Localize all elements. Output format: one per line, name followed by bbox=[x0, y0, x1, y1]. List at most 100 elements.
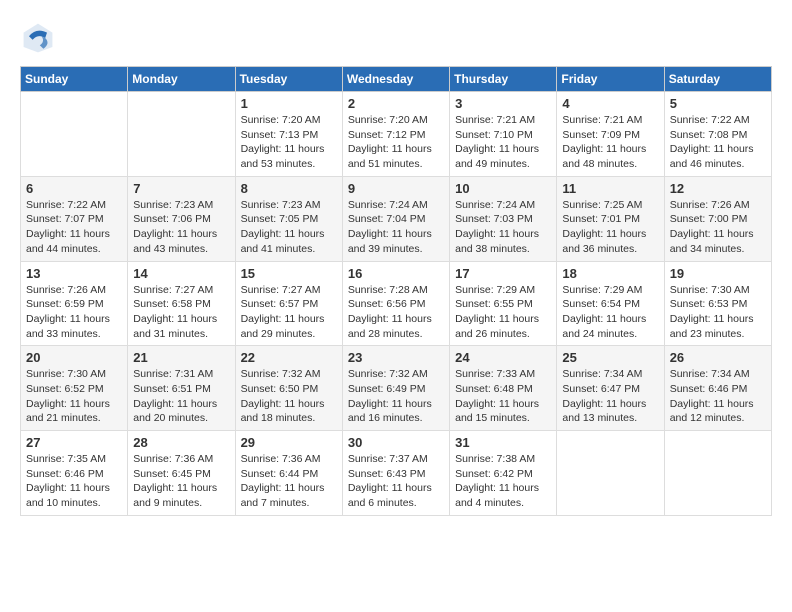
day-info: Sunrise: 7:30 AMSunset: 6:53 PMDaylight:… bbox=[670, 283, 766, 342]
calendar-cell: 8Sunrise: 7:23 AMSunset: 7:05 PMDaylight… bbox=[235, 176, 342, 261]
weekday-header: Saturday bbox=[664, 67, 771, 92]
calendar-cell: 12 Sunrise: 7:26 AMSunset: 7:00 PMDayligh… bbox=[664, 176, 771, 261]
day-number: 16 bbox=[348, 266, 444, 281]
day-info: Sunrise: 7:38 AMSunset: 6:42 PMDaylight:… bbox=[455, 452, 551, 511]
weekday-header: Wednesday bbox=[342, 67, 449, 92]
calendar-header-row: SundayMondayTuesdayWednesdayThursdayFrid… bbox=[21, 67, 772, 92]
day-number: 17 bbox=[455, 266, 551, 281]
weekday-header: Monday bbox=[128, 67, 235, 92]
day-info: Sunrise: 7:36 AMSunset: 6:44 PMDaylight:… bbox=[241, 452, 337, 511]
calendar-cell: 31 Sunrise: 7:38 AMSunset: 6:42 PMDayligh… bbox=[450, 431, 557, 516]
day-number: 20 bbox=[26, 350, 122, 365]
day-number: 21 bbox=[133, 350, 229, 365]
calendar-cell: 7Sunrise: 7:23 AMSunset: 7:06 PMDaylight… bbox=[128, 176, 235, 261]
day-number: 18 bbox=[562, 266, 658, 281]
day-number: 4 bbox=[562, 96, 658, 111]
weekday-header: Tuesday bbox=[235, 67, 342, 92]
day-number: 15 bbox=[241, 266, 337, 281]
calendar-cell: 29 Sunrise: 7:36 AMSunset: 6:44 PMDayligh… bbox=[235, 431, 342, 516]
calendar-cell: 9 Sunrise: 7:24 AMSunset: 7:04 PMDaylight… bbox=[342, 176, 449, 261]
day-info: Sunrise: 7:27 AMSunset: 6:58 PMDaylight:… bbox=[133, 283, 229, 342]
day-info: Sunrise: 7:32 AMSunset: 6:49 PMDaylight:… bbox=[348, 367, 444, 426]
day-number: 1 bbox=[241, 96, 337, 111]
day-info: Sunrise: 7:35 AMSunset: 6:46 PMDaylight:… bbox=[26, 452, 122, 511]
day-number: 13 bbox=[26, 266, 122, 281]
calendar-cell: 11Sunrise: 7:25 AMSunset: 7:01 PMDayligh… bbox=[557, 176, 664, 261]
calendar-cell: 30 Sunrise: 7:37 AMSunset: 6:43 PMDayligh… bbox=[342, 431, 449, 516]
day-number: 14 bbox=[133, 266, 229, 281]
calendar-cell: 27 Sunrise: 7:35 AMSunset: 6:46 PMDayligh… bbox=[21, 431, 128, 516]
calendar-cell: 4 Sunrise: 7:21 AMSunset: 7:09 PMDaylight… bbox=[557, 92, 664, 177]
calendar-week-row: 27 Sunrise: 7:35 AMSunset: 6:46 PMDayligh… bbox=[21, 431, 772, 516]
page-header bbox=[20, 20, 772, 56]
day-number: 3 bbox=[455, 96, 551, 111]
day-number: 31 bbox=[455, 435, 551, 450]
calendar-week-row: 6Sunrise: 7:22 AMSunset: 7:07 PMDaylight… bbox=[21, 176, 772, 261]
calendar-week-row: 13 Sunrise: 7:26 AMSunset: 6:59 PMDayligh… bbox=[21, 261, 772, 346]
day-number: 5 bbox=[670, 96, 766, 111]
day-info: Sunrise: 7:32 AMSunset: 6:50 PMDaylight:… bbox=[241, 367, 337, 426]
calendar-table: SundayMondayTuesdayWednesdayThursdayFrid… bbox=[20, 66, 772, 516]
day-info: Sunrise: 7:31 AMSunset: 6:51 PMDaylight:… bbox=[133, 367, 229, 426]
calendar-cell: 23 Sunrise: 7:32 AMSunset: 6:49 PMDayligh… bbox=[342, 346, 449, 431]
calendar-cell: 13 Sunrise: 7:26 AMSunset: 6:59 PMDayligh… bbox=[21, 261, 128, 346]
calendar-cell: 24 Sunrise: 7:33 AMSunset: 6:48 PMDayligh… bbox=[450, 346, 557, 431]
day-number: 10 bbox=[455, 181, 551, 196]
day-info: Sunrise: 7:28 AMSunset: 6:56 PMDaylight:… bbox=[348, 283, 444, 342]
day-info: Sunrise: 7:25 AMSunset: 7:01 PMDaylight:… bbox=[562, 198, 658, 257]
day-info: Sunrise: 7:30 AMSunset: 6:52 PMDaylight:… bbox=[26, 367, 122, 426]
calendar-cell bbox=[21, 92, 128, 177]
day-info: Sunrise: 7:26 AMSunset: 7:00 PMDaylight:… bbox=[670, 198, 766, 257]
calendar-cell: 18 Sunrise: 7:29 AMSunset: 6:54 PMDayligh… bbox=[557, 261, 664, 346]
weekday-header: Friday bbox=[557, 67, 664, 92]
calendar-cell: 1Sunrise: 7:20 AMSunset: 7:13 PMDaylight… bbox=[235, 92, 342, 177]
day-info: Sunrise: 7:21 AMSunset: 7:09 PMDaylight:… bbox=[562, 113, 658, 172]
day-number: 26 bbox=[670, 350, 766, 365]
logo bbox=[20, 20, 60, 56]
calendar-cell: 22 Sunrise: 7:32 AMSunset: 6:50 PMDayligh… bbox=[235, 346, 342, 431]
day-number: 7 bbox=[133, 181, 229, 196]
calendar-cell: 16 Sunrise: 7:28 AMSunset: 6:56 PMDayligh… bbox=[342, 261, 449, 346]
day-info: Sunrise: 7:21 AMSunset: 7:10 PMDaylight:… bbox=[455, 113, 551, 172]
calendar-cell: 17 Sunrise: 7:29 AMSunset: 6:55 PMDayligh… bbox=[450, 261, 557, 346]
calendar-cell: 19Sunrise: 7:30 AMSunset: 6:53 PMDayligh… bbox=[664, 261, 771, 346]
day-number: 9 bbox=[348, 181, 444, 196]
day-info: Sunrise: 7:37 AMSunset: 6:43 PMDaylight:… bbox=[348, 452, 444, 511]
day-number: 29 bbox=[241, 435, 337, 450]
day-number: 30 bbox=[348, 435, 444, 450]
calendar-cell: 21 Sunrise: 7:31 AMSunset: 6:51 PMDayligh… bbox=[128, 346, 235, 431]
calendar-cell: 15 Sunrise: 7:27 AMSunset: 6:57 PMDayligh… bbox=[235, 261, 342, 346]
day-info: Sunrise: 7:24 AMSunset: 7:03 PMDaylight:… bbox=[455, 198, 551, 257]
calendar-cell: 25 Sunrise: 7:34 AMSunset: 6:47 PMDayligh… bbox=[557, 346, 664, 431]
day-number: 12 bbox=[670, 181, 766, 196]
day-info: Sunrise: 7:27 AMSunset: 6:57 PMDaylight:… bbox=[241, 283, 337, 342]
day-info: Sunrise: 7:26 AMSunset: 6:59 PMDaylight:… bbox=[26, 283, 122, 342]
calendar-cell: 28Sunrise: 7:36 AMSunset: 6:45 PMDayligh… bbox=[128, 431, 235, 516]
day-number: 27 bbox=[26, 435, 122, 450]
weekday-header: Sunday bbox=[21, 67, 128, 92]
calendar-week-row: 20 Sunrise: 7:30 AMSunset: 6:52 PMDayligh… bbox=[21, 346, 772, 431]
calendar-cell: 20 Sunrise: 7:30 AMSunset: 6:52 PMDayligh… bbox=[21, 346, 128, 431]
day-number: 28 bbox=[133, 435, 229, 450]
weekday-header: Thursday bbox=[450, 67, 557, 92]
logo-icon bbox=[20, 20, 56, 56]
day-info: Sunrise: 7:29 AMSunset: 6:54 PMDaylight:… bbox=[562, 283, 658, 342]
day-info: Sunrise: 7:22 AMSunset: 7:07 PMDaylight:… bbox=[26, 198, 122, 257]
calendar-cell: 26Sunrise: 7:34 AMSunset: 6:46 PMDayligh… bbox=[664, 346, 771, 431]
day-number: 24 bbox=[455, 350, 551, 365]
day-number: 23 bbox=[348, 350, 444, 365]
calendar-cell: 14 Sunrise: 7:27 AMSunset: 6:58 PMDayligh… bbox=[128, 261, 235, 346]
calendar-week-row: 1Sunrise: 7:20 AMSunset: 7:13 PMDaylight… bbox=[21, 92, 772, 177]
day-info: Sunrise: 7:20 AMSunset: 7:12 PMDaylight:… bbox=[348, 113, 444, 172]
calendar-cell bbox=[128, 92, 235, 177]
day-number: 25 bbox=[562, 350, 658, 365]
day-info: Sunrise: 7:33 AMSunset: 6:48 PMDaylight:… bbox=[455, 367, 551, 426]
day-info: Sunrise: 7:24 AMSunset: 7:04 PMDaylight:… bbox=[348, 198, 444, 257]
calendar-cell: 6Sunrise: 7:22 AMSunset: 7:07 PMDaylight… bbox=[21, 176, 128, 261]
day-number: 22 bbox=[241, 350, 337, 365]
day-info: Sunrise: 7:23 AMSunset: 7:05 PMDaylight:… bbox=[241, 198, 337, 257]
day-info: Sunrise: 7:29 AMSunset: 6:55 PMDaylight:… bbox=[455, 283, 551, 342]
day-info: Sunrise: 7:22 AMSunset: 7:08 PMDaylight:… bbox=[670, 113, 766, 172]
day-info: Sunrise: 7:34 AMSunset: 6:47 PMDaylight:… bbox=[562, 367, 658, 426]
calendar-cell: 3 Sunrise: 7:21 AMSunset: 7:10 PMDaylight… bbox=[450, 92, 557, 177]
